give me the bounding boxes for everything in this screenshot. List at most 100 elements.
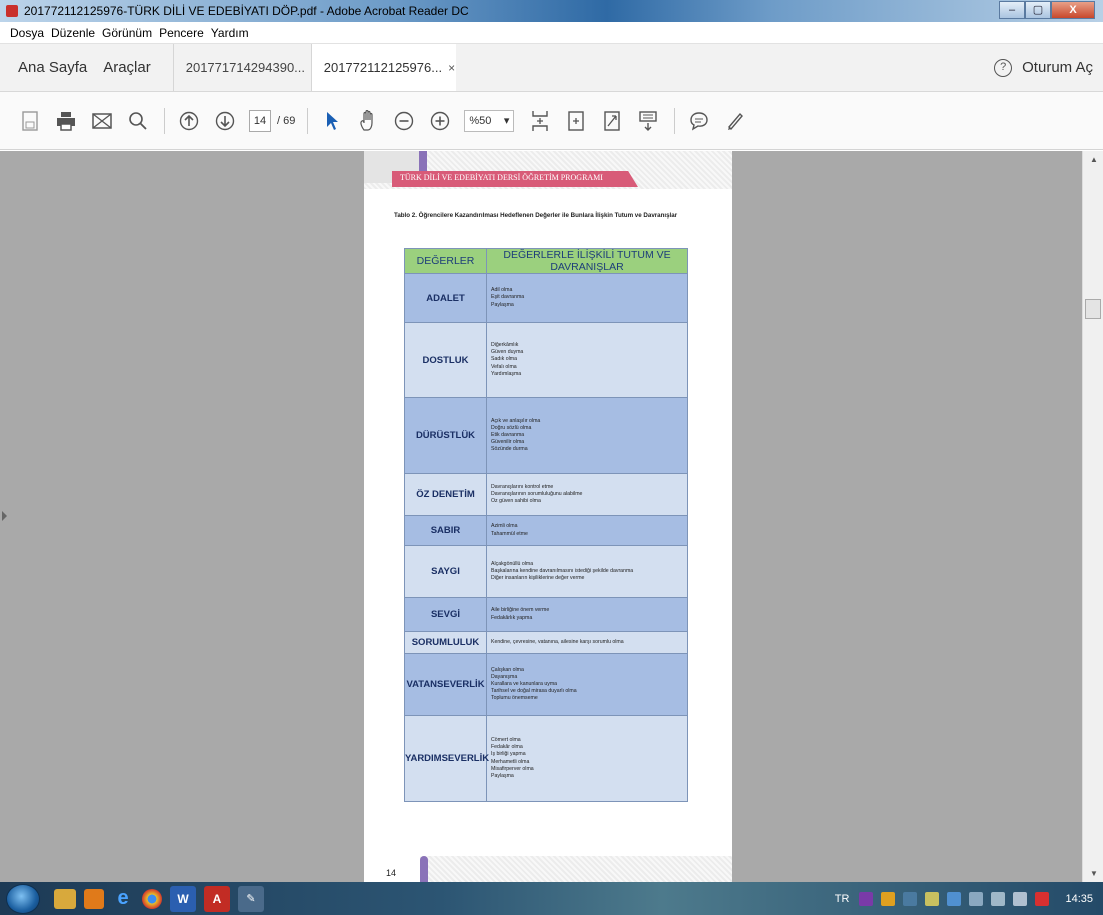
behavior-item: Çalışkan olma [491, 666, 524, 673]
table-row: ADALET Adil olma Eşit davranma Paylaşma [404, 273, 688, 323]
pdf-page: TÜRK DİLİ VE EDEBİYATI DERSİ ÖĞRETİM PRO… [364, 151, 732, 882]
menu-bar: Dosya Düzenle Görünüm Pencere Yardım [0, 22, 1103, 44]
footer-band [420, 856, 732, 882]
app-tray-icon[interactable] [881, 891, 896, 906]
behavior-item: Diğer insanların kişiliklerine değer ver… [491, 575, 585, 581]
tab-document-1[interactable]: 201771714294390... [172, 44, 311, 91]
maximize-button[interactable]: ▢ [1025, 1, 1051, 19]
menu-duzenle[interactable]: Düzenle [51, 26, 95, 40]
comment-icon[interactable] [687, 109, 711, 133]
bluetooth-tray-icon[interactable] [947, 891, 962, 906]
table-row: ÖZ DENETİM Davranışlarını kontrol etme Dav… [404, 473, 688, 516]
window-controls: – ▢ X [999, 1, 1095, 19]
behaviors-cell: Açık ve anlaşılır olma Doğru sözlü olma Et… [486, 397, 688, 474]
menu-dosya[interactable]: Dosya [10, 26, 44, 40]
start-button[interactable] [6, 883, 40, 914]
behavior-item: Diğerkâmlık [491, 342, 519, 349]
value-name: SABIR [404, 515, 487, 546]
column-header-behaviors: DEĞERLERLE İLİŞKİLİ TUTUM VE DAVRANIŞLAR [486, 248, 688, 274]
signin-link[interactable]: Oturum Aç [1022, 59, 1093, 76]
onenote-tray-icon[interactable] [859, 891, 874, 906]
value-name: DOSTLUK [404, 322, 487, 398]
volume-tray-icon[interactable] [1013, 891, 1028, 906]
prev-page-icon[interactable] [177, 109, 201, 133]
behavior-item: Açık ve anlaşılır olma [491, 417, 541, 424]
behavior-item: Etik davranma [491, 431, 525, 438]
behaviors-cell: Alçakgönüllü olma Başkalarına kendine dav… [486, 545, 688, 598]
behaviors-cell: Adil olma Eşit davranma Paylaşma [486, 273, 688, 323]
behavior-item: Tahammül etme [491, 530, 528, 537]
tab-home[interactable]: Ana Sayfa [0, 44, 95, 91]
left-pane-arrow-icon[interactable] [2, 511, 7, 521]
pen-icon[interactable] [723, 109, 747, 133]
fit-page-icon[interactable] [528, 109, 552, 133]
zoom-in-icon[interactable] [428, 109, 452, 133]
taskbar: e W A ✎ TR 14:35 [0, 882, 1103, 915]
tab-document-1-label: 201771714294390... [185, 60, 306, 75]
tab-bar: Ana Sayfa Araçlar 201771714294390... 201… [0, 44, 1103, 92]
value-name: SAYGI [404, 545, 487, 598]
mail-icon[interactable] [90, 109, 114, 133]
behavior-item: Misafirperver olma [491, 765, 534, 772]
behaviors-cell: Azimli olma Tahammül etme [486, 515, 688, 546]
pen-tray-icon[interactable] [925, 891, 940, 906]
table-row: SAYGI Alçakgönüllü olma Başkalarına kendin… [404, 545, 688, 598]
battery-tray-icon[interactable] [969, 891, 984, 906]
rotate-page-icon[interactable] [564, 109, 588, 133]
toolbar-separator [164, 107, 165, 134]
tab-document-2-label: 201772112125976... [323, 60, 443, 75]
menu-pencere[interactable]: Pencere [159, 26, 204, 40]
full-screen-icon[interactable] [600, 109, 624, 133]
signal-tray-icon[interactable] [991, 891, 1006, 906]
next-page-icon[interactable] [213, 109, 237, 133]
media-player-icon[interactable] [84, 888, 104, 909]
hand-tool-icon[interactable] [356, 109, 380, 133]
scrollbar-thumb[interactable] [1085, 299, 1101, 319]
tab-document-2[interactable]: 201772112125976... × [310, 44, 456, 91]
table-row: SEVGİ Aile birliğine önem verme Fedakârlık… [404, 597, 688, 632]
table-row: DOSTLUK Diğerkâmlık Güven duyma Sadık olma V… [404, 322, 688, 398]
zoom-value: %50 [469, 114, 492, 127]
file-explorer-icon[interactable] [54, 888, 76, 909]
menu-gorunum[interactable]: Görünüm [102, 26, 152, 40]
acrobat-taskbar-icon[interactable]: A [204, 885, 230, 912]
window-title: 201772112125976-TÜRK DİLİ VE EDEBİYATI D… [24, 4, 469, 18]
internet-explorer-icon[interactable]: e [112, 885, 134, 913]
page-number-input[interactable]: 14 [249, 109, 271, 132]
zoom-out-icon[interactable] [392, 109, 416, 133]
table-caption: Tablo 2. Öğrencilere Kazandırılması Hede… [394, 212, 678, 219]
minimize-button[interactable]: – [999, 1, 1025, 19]
close-tab-icon[interactable]: × [448, 61, 455, 75]
behavior-item: İş birliği yapma [491, 751, 526, 758]
alert-tray-icon[interactable] [1035, 891, 1050, 906]
paint-icon[interactable]: ✎ [238, 885, 264, 912]
select-cursor-icon[interactable] [320, 109, 344, 133]
table-row: SABIR Azimli olma Tahammül etme [404, 515, 688, 546]
behavior-item: Sözünde durma [491, 446, 528, 453]
word-icon[interactable]: W [170, 885, 196, 912]
save-icon[interactable] [18, 109, 42, 133]
page-header-title: TÜRK DİLİ VE EDEBİYATI DERSİ ÖĞRETİM PRO… [400, 173, 603, 182]
behavior-item: Kendine, çevresine, vatanına, ailesine k… [491, 638, 624, 645]
zoom-select[interactable]: %50 ▾ [464, 109, 515, 132]
value-name: DÜRÜSTLÜK [404, 397, 487, 474]
scroll-down-icon[interactable]: ▼ [1090, 869, 1098, 878]
chrome-icon[interactable] [142, 888, 162, 909]
behavior-item: Sadık olma [491, 356, 517, 363]
tab-tools[interactable]: Araçlar [95, 44, 159, 91]
behaviors-cell: Kendine, çevresine, vatanına, ailesine k… [486, 631, 688, 654]
clock[interactable]: 14:35 [1065, 893, 1093, 905]
scroll-up-icon[interactable]: ▲ [1090, 155, 1098, 164]
toolbar-separator [307, 107, 309, 134]
network-tray-icon[interactable] [903, 891, 918, 906]
close-button[interactable]: X [1051, 1, 1095, 19]
help-icon[interactable]: ? [994, 58, 1013, 77]
menu-yardim[interactable]: Yardım [211, 26, 249, 40]
vertical-scrollbar[interactable]: ▲ ▼ [1082, 151, 1103, 882]
language-indicator[interactable]: TR [835, 893, 850, 905]
print-icon[interactable] [54, 109, 78, 133]
behavior-item: Azimli olma [491, 523, 518, 530]
read-mode-icon[interactable] [636, 109, 660, 133]
search-icon[interactable] [126, 109, 150, 133]
document-view[interactable]: TÜRK DİLİ VE EDEBİYATI DERSİ ÖĞRETİM PRO… [0, 151, 1103, 882]
